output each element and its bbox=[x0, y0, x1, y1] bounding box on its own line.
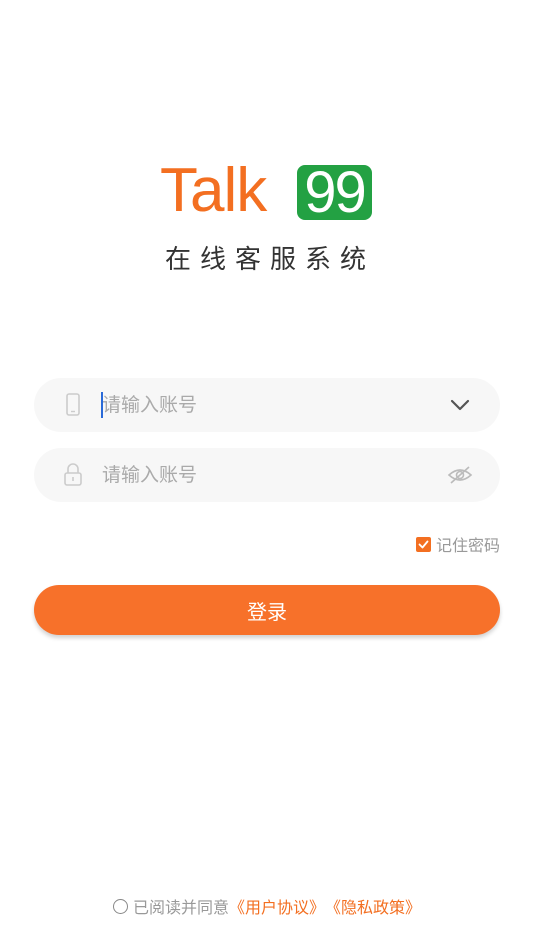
login-button[interactable]: 登录 bbox=[34, 585, 500, 635]
account-input[interactable] bbox=[102, 378, 422, 432]
account-field[interactable] bbox=[34, 378, 500, 432]
logo-text: Talk bbox=[160, 156, 267, 225]
remember-password-toggle[interactable]: 记住密码 bbox=[415, 533, 500, 555]
text-cursor bbox=[101, 392, 103, 418]
lock-icon bbox=[64, 463, 82, 486]
remember-label: 记住密码 bbox=[435, 536, 500, 555]
logo-number-badge: 99 bbox=[297, 164, 372, 222]
user-agreement-link[interactable]: 《用户协议》 bbox=[229, 894, 325, 918]
password-field[interactable] bbox=[34, 448, 500, 502]
check-icon bbox=[418, 540, 429, 548]
phone-icon bbox=[66, 393, 80, 416]
eye-hidden-icon[interactable] bbox=[446, 461, 474, 489]
app-subtitle: 在线客服系统 bbox=[164, 245, 375, 275]
agreement-text: 已阅读并同意 bbox=[132, 898, 229, 917]
agreement-radio[interactable] bbox=[112, 898, 128, 914]
remember-checkbox[interactable] bbox=[415, 536, 431, 552]
privacy-policy-link[interactable]: 《隐私政策》 bbox=[325, 894, 421, 918]
password-input[interactable] bbox=[102, 448, 422, 502]
agreement-row: 已阅读并同意 《用户协议》 《隐私政策》 bbox=[0, 895, 534, 917]
app-logo: Talk 99 bbox=[160, 156, 374, 225]
chevron-down-icon[interactable] bbox=[446, 391, 474, 419]
